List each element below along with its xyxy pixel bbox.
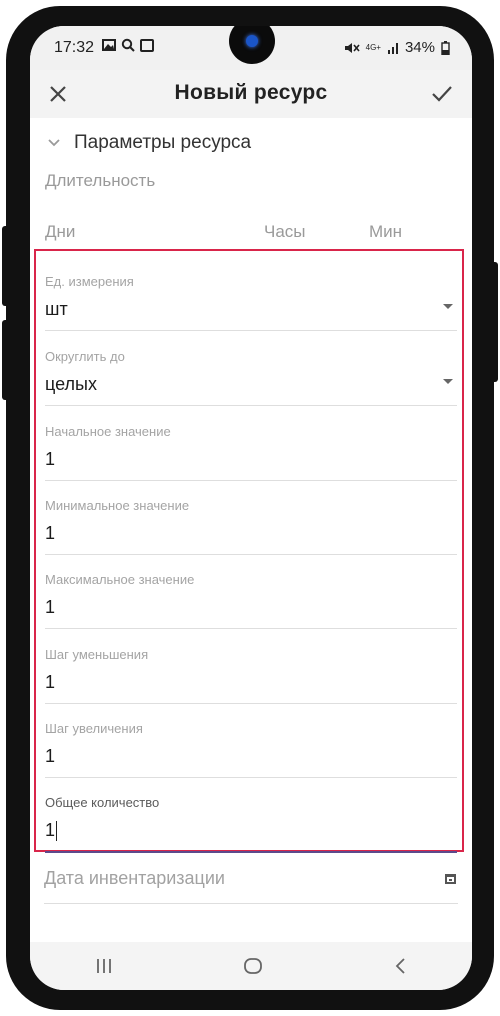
screen: 17:32 4G+ 34% Новый ресурс Параметры рес… <box>30 26 472 990</box>
field-value: целых <box>45 374 97 394</box>
form-content: Параметры ресурса Длительность Дни Часы … <box>30 118 472 942</box>
save-button[interactable] <box>426 78 458 110</box>
field-underline <box>45 628 457 629</box>
field-value: 1 <box>45 523 56 543</box>
increment-step-input[interactable]: Шаг увеличения 1 <box>45 721 457 778</box>
text-cursor <box>56 821 58 842</box>
search-icon <box>121 38 135 52</box>
field-value-wrap: 1 <box>45 819 457 842</box>
dropdown-arrow-icon <box>443 379 453 384</box>
inventory-date-placeholder: Дата инвентаризации <box>44 868 225 888</box>
field-label: Максимальное значение <box>45 572 195 587</box>
front-camera <box>229 26 275 64</box>
max-value-input[interactable]: Максимальное значение 1 <box>45 572 457 629</box>
field-value: 1 <box>45 449 56 469</box>
field-label: Минимальное значение <box>45 498 190 513</box>
battery-percent: 34% <box>404 39 435 56</box>
decrement-step-input[interactable]: Шаг уменьшения 1 <box>45 647 457 704</box>
field-label: Шаг увеличения <box>45 721 143 736</box>
status-time: 17:32 <box>54 39 95 56</box>
duration-hours-input[interactable]: Часы <box>264 222 306 242</box>
gallery-icon <box>102 39 116 51</box>
initial-value-input[interactable]: Начальное значение 1 <box>45 424 457 481</box>
field-underline <box>45 703 457 704</box>
phone-side-button <box>490 262 498 382</box>
field-underline <box>45 405 457 406</box>
min-value-input[interactable]: Минимальное значение 1 <box>45 498 457 555</box>
calendar-icon[interactable] <box>445 874 456 884</box>
mute-icon <box>344 42 360 53</box>
network-type: 4G+ <box>365 42 381 52</box>
duration-minutes-input[interactable]: Мин <box>369 222 402 242</box>
field-underline <box>45 480 457 481</box>
field-value: 1 <box>45 597 56 617</box>
field-underline <box>45 330 457 331</box>
field-underline-focused <box>45 851 457 853</box>
field-value: 1 <box>45 672 56 692</box>
field-label: Общее количество <box>45 795 160 810</box>
recent-apps-icon[interactable] <box>95 957 113 975</box>
system-nav-bar <box>30 942 472 990</box>
dropdown-arrow-icon <box>443 304 453 309</box>
app-bar: Новый ресурс <box>30 70 472 118</box>
phone-side-button <box>2 320 10 400</box>
chevron-down-icon <box>48 139 60 147</box>
phone-side-button <box>2 226 10 306</box>
status-indicators: 4G+ 34% <box>344 39 450 56</box>
field-label: Округлить до <box>45 349 125 364</box>
unit-select[interactable]: Ед. измерения шт <box>45 274 457 331</box>
field-value: 1 <box>45 746 56 766</box>
notification-icons <box>102 38 154 52</box>
field-label: Шаг уменьшения <box>45 647 149 662</box>
section-header[interactable]: Параметры ресурса <box>48 132 251 154</box>
highlight-box: Ед. измерения шт Округлить до целых Нача… <box>34 249 464 853</box>
page-title: Новый ресурс <box>174 81 328 104</box>
battery-icon <box>441 40 450 55</box>
check-icon <box>432 86 452 102</box>
field-underline <box>45 777 457 778</box>
back-icon[interactable] <box>393 957 407 975</box>
section-title: Параметры ресурса <box>74 132 252 153</box>
signal-icon <box>387 42 398 54</box>
total-quantity-input[interactable]: Общее количество 1 <box>45 795 457 853</box>
field-value: шт <box>45 299 68 319</box>
field-underline <box>44 903 458 904</box>
duration-days-input[interactable]: Дни <box>45 222 75 242</box>
status-bar: 17:32 4G+ 34% <box>30 26 472 70</box>
inventory-date-input[interactable]: Дата инвентаризации <box>44 868 458 904</box>
field-underline <box>45 554 457 555</box>
field-label: Ед. измерения <box>45 274 134 289</box>
rounding-select[interactable]: Округлить до целых <box>45 349 457 406</box>
home-icon[interactable] <box>243 957 263 975</box>
app-notification-icon <box>140 38 154 52</box>
duration-label: Длительность <box>45 171 156 190</box>
field-label: Начальное значение <box>45 424 171 439</box>
field-value: 1 <box>45 820 56 840</box>
